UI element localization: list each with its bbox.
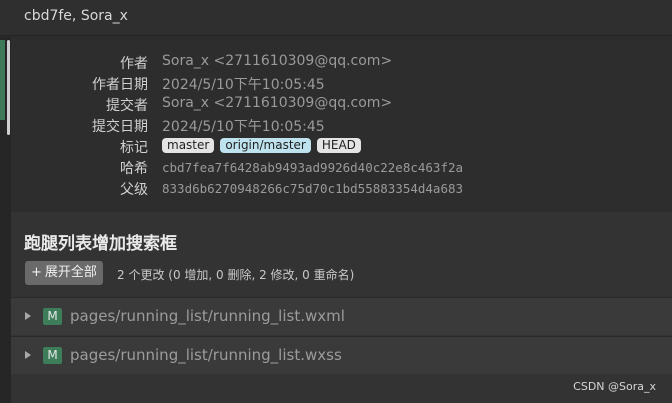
author-row: 作者 Sora_x <2711610309@qq.com> bbox=[11, 53, 672, 74]
hash-label: 哈希 bbox=[120, 161, 148, 177]
committer-value: Sora_x <2711610309@qq.com> bbox=[162, 95, 393, 111]
file-row[interactable]: M pages/running_list/running_list.wxml bbox=[11, 297, 672, 335]
tags-label: 标记 bbox=[120, 140, 148, 156]
commit-message: 跑腿列表增加搜索框 bbox=[24, 234, 177, 254]
watermark: CSDN @Sora_x bbox=[573, 380, 656, 393]
hash-value[interactable]: cbd7fea7f6428ab9493ad9926d40c22e8c463f2a bbox=[162, 160, 463, 175]
author-label: 作者 bbox=[120, 56, 148, 72]
tag-badge-head[interactable]: HEAD bbox=[316, 138, 361, 153]
expand-all-button[interactable]: + 展开全部 bbox=[25, 261, 103, 285]
window-title: cbd7fe, Sora_x bbox=[24, 8, 128, 24]
commit-date-label: 提交日期 bbox=[92, 119, 148, 135]
committer-label: 提交者 bbox=[106, 98, 148, 114]
committer-row: 提交者 Sora_x <2711610309@qq.com> bbox=[11, 95, 672, 116]
window-titlebar: cbd7fe, Sora_x bbox=[0, 0, 672, 36]
tag-list: master origin/master HEAD bbox=[162, 138, 361, 153]
parent-hash-link[interactable]: 833d6b6270948266c75d70c1bd55883354d4a683 bbox=[162, 181, 463, 196]
rail-accent bbox=[0, 40, 5, 120]
chevron-right-icon[interactable] bbox=[25, 351, 31, 359]
file-path: pages/running_list/running_list.wxss bbox=[70, 346, 342, 364]
scrollbar-thumb[interactable] bbox=[7, 40, 10, 135]
plus-icon: + bbox=[31, 265, 42, 280]
commit-changes-panel: 跑腿列表增加搜索框 + 展开全部 2 个更改 (0 增加, 0 删除, 2 修改… bbox=[11, 212, 672, 403]
author-date-value: 2024/5/10下午10:05:45 bbox=[162, 77, 325, 93]
parent-label: 父级 bbox=[120, 182, 148, 198]
tag-badge-origin-master[interactable]: origin/master bbox=[220, 138, 311, 153]
parent-row: 父级 833d6b6270948266c75d70c1bd55883354d4a… bbox=[11, 179, 672, 200]
author-date-row: 作者日期 2024/5/10下午10:05:45 bbox=[11, 74, 672, 95]
commit-date-value: 2024/5/10下午10:05:45 bbox=[162, 119, 325, 135]
author-value: Sora_x <2711610309@qq.com> bbox=[162, 53, 393, 69]
chevron-right-icon[interactable] bbox=[25, 312, 31, 320]
file-path: pages/running_list/running_list.wxml bbox=[70, 307, 345, 325]
commit-metadata: 作者 Sora_x <2711610309@qq.com> 作者日期 2024/… bbox=[11, 37, 672, 212]
modified-status-badge: M bbox=[43, 347, 62, 364]
tags-row: 标记 master origin/master HEAD bbox=[11, 137, 672, 158]
modified-status-badge: M bbox=[43, 308, 62, 325]
hash-row: 哈希 cbd7fea7f6428ab9493ad9926d40c22e8c463… bbox=[11, 158, 672, 179]
expand-all-label: 展开全部 bbox=[44, 265, 97, 280]
tag-badge-master[interactable]: master bbox=[162, 138, 215, 153]
commit-date-row: 提交日期 2024/5/10下午10:05:45 bbox=[11, 116, 672, 137]
change-summary: 2 个更改 (0 增加, 0 删除, 2 修改, 0 重命名) bbox=[117, 268, 355, 282]
file-row[interactable]: M pages/running_list/running_list.wxss bbox=[11, 336, 672, 374]
author-date-label: 作者日期 bbox=[92, 77, 148, 93]
